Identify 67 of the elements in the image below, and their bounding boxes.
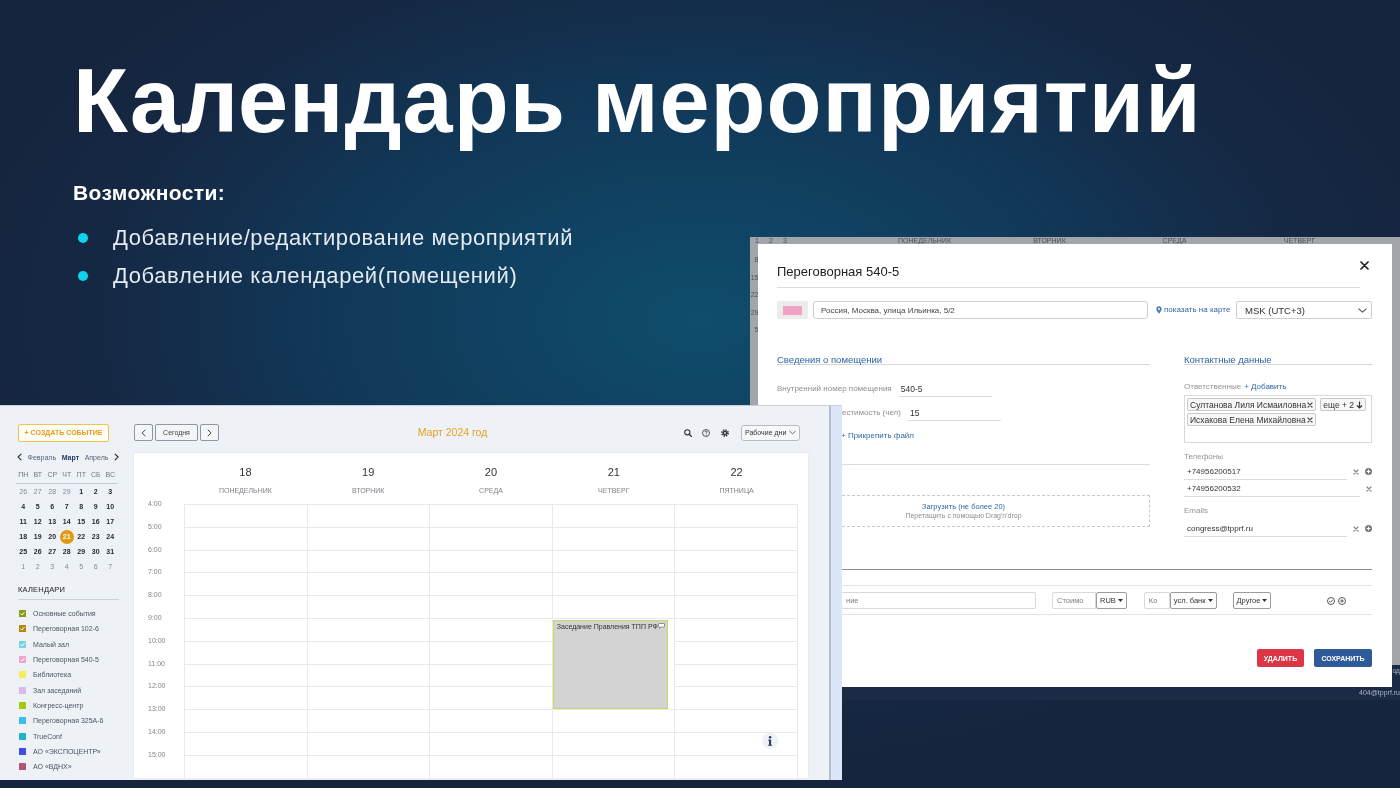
field-label: Внутренний номер помещения bbox=[777, 384, 892, 394]
search-icon[interactable] bbox=[684, 428, 692, 437]
remove-icon[interactable] bbox=[1306, 416, 1313, 423]
checkbox[interactable] bbox=[19, 686, 26, 694]
checkbox[interactable] bbox=[19, 701, 26, 709]
show-on-map-link[interactable]: показать на карте bbox=[1164, 305, 1231, 315]
chevron-left-icon[interactable] bbox=[17, 453, 22, 461]
remove-icon[interactable] bbox=[1353, 525, 1359, 532]
map-pin-icon bbox=[1156, 306, 1162, 314]
section-heading: Контактные данные bbox=[1184, 354, 1272, 365]
caret-icon bbox=[1117, 599, 1123, 602]
plus-circle-icon[interactable] bbox=[1338, 596, 1347, 605]
previous-week-button[interactable] bbox=[134, 424, 153, 441]
day-number: 21 bbox=[607, 465, 620, 479]
checkbox[interactable] bbox=[19, 732, 26, 740]
caret-icon bbox=[1262, 599, 1268, 602]
chevron-left-icon bbox=[141, 428, 146, 437]
settings-icon[interactable] bbox=[721, 428, 729, 437]
calendar-title: Март 2024 год bbox=[417, 426, 488, 439]
field-label: Ответственные bbox=[1184, 382, 1242, 392]
day-number: 20 bbox=[484, 465, 498, 479]
bullet-dot-icon bbox=[78, 270, 88, 281]
section-heading: Сведения о помещении bbox=[777, 354, 883, 365]
person-name: Султанова Лиля Исмаиловна bbox=[1190, 399, 1307, 410]
chevron-down-icon bbox=[789, 430, 796, 435]
people-field[interactable]: Султанова Лиля Исмаиловна еще + 2 Исхакова Елена Михайловна bbox=[1184, 395, 1372, 443]
checkbox[interactable] bbox=[19, 717, 26, 725]
arrow-down-icon bbox=[1356, 400, 1364, 409]
day-number: 22 bbox=[730, 465, 743, 479]
feature-text: Добавление календарей(помещений) bbox=[113, 262, 518, 289]
address-field[interactable]: Россия, Москва, улица Ильинка, 5/2 bbox=[813, 301, 1148, 319]
checkbox[interactable] bbox=[19, 625, 26, 633]
color-picker-button[interactable] bbox=[777, 301, 808, 319]
next-week-button[interactable] bbox=[200, 424, 219, 441]
checkbox[interactable] bbox=[19, 671, 26, 679]
chevron-down-icon bbox=[1358, 307, 1367, 313]
caret-icon bbox=[1207, 599, 1213, 602]
day-number: 18 bbox=[239, 465, 252, 479]
dialog-title: Переговорная 540-5 bbox=[777, 264, 900, 280]
more-people-button[interactable]: еще + 2 bbox=[1320, 398, 1367, 411]
timezone-select[interactable]: MSK (UTC+3) bbox=[1236, 301, 1372, 319]
close-icon[interactable] bbox=[1360, 261, 1369, 270]
remove-icon[interactable] bbox=[1366, 485, 1372, 492]
add-person-link[interactable]: + Добавить bbox=[1244, 382, 1287, 392]
features-heading: Возможности: bbox=[73, 179, 226, 205]
slide-title: Календарь мероприятий bbox=[73, 50, 1202, 153]
check-circle-icon[interactable] bbox=[1327, 596, 1336, 605]
checkbox[interactable] bbox=[19, 656, 26, 664]
chevron-right-icon[interactable] bbox=[114, 453, 119, 461]
speech-bubble-icon bbox=[658, 623, 666, 629]
checkbox[interactable] bbox=[19, 763, 26, 771]
info-icon[interactable] bbox=[761, 732, 778, 749]
feature-text: Добавление/редактирование мероприятий bbox=[113, 224, 574, 251]
remove-icon[interactable] bbox=[1307, 401, 1314, 408]
bullet-dot-icon bbox=[78, 232, 88, 243]
field-label: Телефоны bbox=[1184, 452, 1223, 462]
help-icon[interactable] bbox=[702, 428, 710, 437]
person-name: Исхакова Елена Михайловна bbox=[1190, 414, 1306, 425]
checkbox[interactable] bbox=[19, 747, 26, 755]
checkbox[interactable] bbox=[19, 610, 26, 618]
field-label: естимость (чел) bbox=[842, 408, 901, 418]
attach-file-link[interactable]: + Прикрепить файл bbox=[841, 430, 914, 442]
field-label: Emails bbox=[1184, 506, 1208, 516]
chevron-right-icon bbox=[207, 428, 212, 437]
checkbox[interactable] bbox=[19, 640, 26, 648]
day-number: 19 bbox=[362, 465, 375, 479]
remove-icon[interactable] bbox=[1353, 468, 1359, 475]
